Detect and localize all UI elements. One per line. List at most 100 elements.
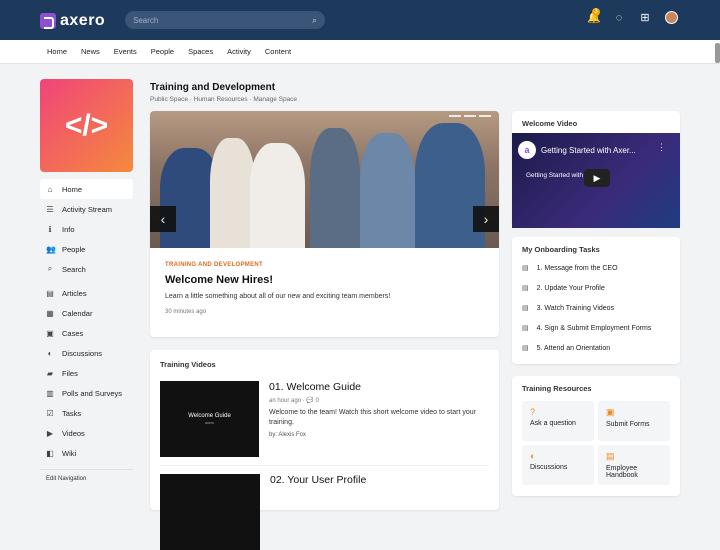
sidebar-item-cases[interactable]: ▣ Cases: [40, 323, 133, 343]
task-item[interactable]: ▤ 2. Update Your Profile: [522, 278, 670, 298]
sidebar-item-tasks[interactable]: ☑ Tasks: [40, 403, 133, 423]
page-title: Training and Development: [150, 82, 276, 93]
task-label: 1. Message from the CEO: [536, 264, 618, 272]
section-heading: Welcome Video: [522, 119, 578, 128]
scrollbar-handle[interactable]: [715, 43, 720, 63]
edit-navigation-link[interactable]: Edit Navigation: [40, 469, 133, 482]
nav-item-spaces[interactable]: Spaces: [181, 40, 220, 64]
task-label: 5. Attend an Orientation: [536, 344, 611, 352]
space-logo: </>: [40, 79, 133, 172]
sidebar-item-articles[interactable]: ▤ Articles: [40, 283, 133, 303]
sidebar-item-files[interactable]: ▰ Files: [40, 363, 133, 383]
article-timestamp: 30 minutes ago: [165, 309, 207, 315]
chat-icon: ◐: [47, 348, 53, 358]
sidebar-item-label: Polls and Surveys: [62, 388, 123, 398]
sidebar-item-label: Videos: [62, 428, 85, 438]
search-icon: ⌕: [47, 264, 53, 273]
welcome-video-card: Welcome Video a Getting Started with Axe…: [512, 111, 680, 228]
video-author[interactable]: by: Alexis Fox: [269, 432, 489, 438]
chat-icon: ◐: [530, 451, 536, 461]
axero-logo-mark: [40, 13, 56, 29]
chat-icon[interactable]: ◌: [613, 12, 625, 24]
comment-icon: 💬: [306, 398, 314, 404]
people-icon: 👥: [46, 244, 56, 254]
nav-item-news[interactable]: News: [74, 40, 107, 64]
featured-article-card[interactable]: ‹ › TRAINING AND DEVELOPMENT Welcome New…: [150, 111, 499, 337]
sidebar-item-label: Calendar: [62, 308, 93, 318]
more-options-icon[interactable]: ⋮: [657, 142, 666, 153]
task-label: 3. Watch Training Videos: [536, 304, 615, 312]
sidebar-item-home[interactable]: ⌂ Home: [40, 179, 133, 199]
carousel-next-icon[interactable]: ›: [473, 206, 499, 232]
sidebar-item-discussions[interactable]: ◐ Discussions: [40, 343, 133, 363]
channel-logo[interactable]: a: [518, 141, 536, 159]
article-title[interactable]: Welcome New Hires!: [165, 274, 484, 286]
task-item[interactable]: ▤ 3. Watch Training Videos: [522, 298, 670, 318]
video-item[interactable]: 02. Your User Profile: [160, 465, 489, 550]
section-heading: Training Videos: [160, 360, 216, 369]
search-icon[interactable]: ⌕: [312, 15, 317, 26]
carousel-indicators[interactable]: [449, 115, 491, 117]
space-sidebar: </> ⌂ Home ☰ Activity Stream ℹ Info 👥 People ⌕ Se…: [40, 79, 133, 482]
breadcrumb[interactable]: Public Space · Human Resources · Manage …: [150, 96, 499, 103]
axero-logo[interactable]: axero: [40, 12, 105, 30]
sidebar-item-label: Files: [62, 368, 78, 378]
poll-icon: ▥: [46, 388, 54, 398]
notification-badge: 3: [592, 7, 600, 16]
user-avatar[interactable]: [665, 11, 678, 24]
resource-tile[interactable]: ▣ Submit Forms: [598, 401, 670, 441]
search-input[interactable]: [133, 15, 312, 25]
sidebar-item-label: Activity Stream: [62, 204, 113, 214]
task-item[interactable]: ▤ 5. Attend an Orientation: [522, 338, 670, 358]
training-videos-card: Training Videos Welcome Guide axero 01. …: [150, 350, 499, 550]
sidebar-item-activity-stream[interactable]: ☰ Activity Stream: [40, 199, 133, 219]
document-icon: ▤: [522, 345, 529, 352]
resource-tile[interactable]: ▤ Employee Handbook: [598, 445, 670, 485]
video-thumbnail[interactable]: Welcome Guide axero: [160, 381, 259, 457]
main-nav: Home News Events People Spaces Activity Conten…: [0, 40, 720, 64]
video-player-title[interactable]: Getting Started with Axer...: [541, 146, 636, 155]
sidebar-item-search[interactable]: ⌕ Search: [40, 259, 133, 279]
play-icon[interactable]: ▶: [584, 169, 610, 187]
sidebar-item-info[interactable]: ℹ Info: [40, 219, 133, 239]
nav-item-activity[interactable]: Activity: [220, 40, 258, 64]
video-item[interactable]: Welcome Guide axero 01. Welcome Guide an…: [160, 381, 489, 457]
nav-item-home[interactable]: Home: [40, 40, 74, 64]
sidebar-item-calendar[interactable]: ▦ Calendar: [40, 303, 133, 323]
sidebar-item-people[interactable]: 👥 People: [40, 239, 133, 259]
sidebar-item-videos[interactable]: ▶ Videos: [40, 423, 133, 443]
info-icon: ℹ: [48, 224, 52, 234]
resource-tile[interactable]: ◐ Discussions: [522, 445, 594, 485]
document-icon: ▤: [522, 285, 529, 292]
main-column: Training and Development Public Space · …: [150, 82, 499, 550]
right-column: Welcome Video a Getting Started with Axe…: [512, 111, 680, 496]
article-category[interactable]: TRAINING AND DEVELOPMENT: [165, 262, 484, 268]
video-thumbnail[interactable]: [160, 474, 260, 550]
resource-tile[interactable]: ? Ask a question: [522, 401, 594, 441]
bell-icon[interactable]: 🔔 3: [587, 7, 601, 24]
video-player[interactable]: a Getting Started with Axer... ⋮ Getting…: [512, 133, 680, 228]
video-title[interactable]: 01. Welcome Guide: [269, 381, 489, 393]
nav-item-content[interactable]: Content: [258, 40, 298, 64]
video-title[interactable]: 02. Your User Profile: [270, 474, 366, 486]
training-resources-card: Training Resources ? Ask a question ▣ Submi…: [512, 376, 680, 496]
thumbnail-brand: axero: [205, 421, 214, 425]
sidebar-item-label: Search: [62, 264, 86, 274]
sidebar-item-wiki[interactable]: ◧ Wiki: [40, 443, 133, 463]
nav-item-events[interactable]: Events: [107, 40, 144, 64]
nav-item-people[interactable]: People: [144, 40, 181, 64]
sidebar-item-label: Cases: [62, 328, 84, 338]
task-label: 4. Sign & Submit Employment Forms: [536, 324, 652, 332]
task-label: 2. Update Your Profile: [536, 284, 605, 292]
task-item[interactable]: ▤ 1. Message from the CEO: [522, 258, 670, 278]
global-search[interactable]: ⌕: [125, 11, 325, 29]
plus-icon[interactable]: ⊞: [639, 12, 651, 24]
cases-icon: ▣: [46, 328, 54, 338]
sidebar-item-polls-and-surveys[interactable]: ▥ Polls and Surveys: [40, 383, 133, 403]
video-icon: ▶: [46, 428, 54, 438]
video-meta: an hour ago · 💬 0: [269, 398, 319, 404]
carousel-prev-icon[interactable]: ‹: [150, 206, 176, 232]
document-icon: ▤: [522, 265, 529, 272]
onboarding-tasks-card: My Onboarding Tasks ▤ 1. Message from the…: [512, 237, 680, 364]
task-item[interactable]: ▤ 4. Sign & Submit Employment Forms: [522, 318, 670, 338]
